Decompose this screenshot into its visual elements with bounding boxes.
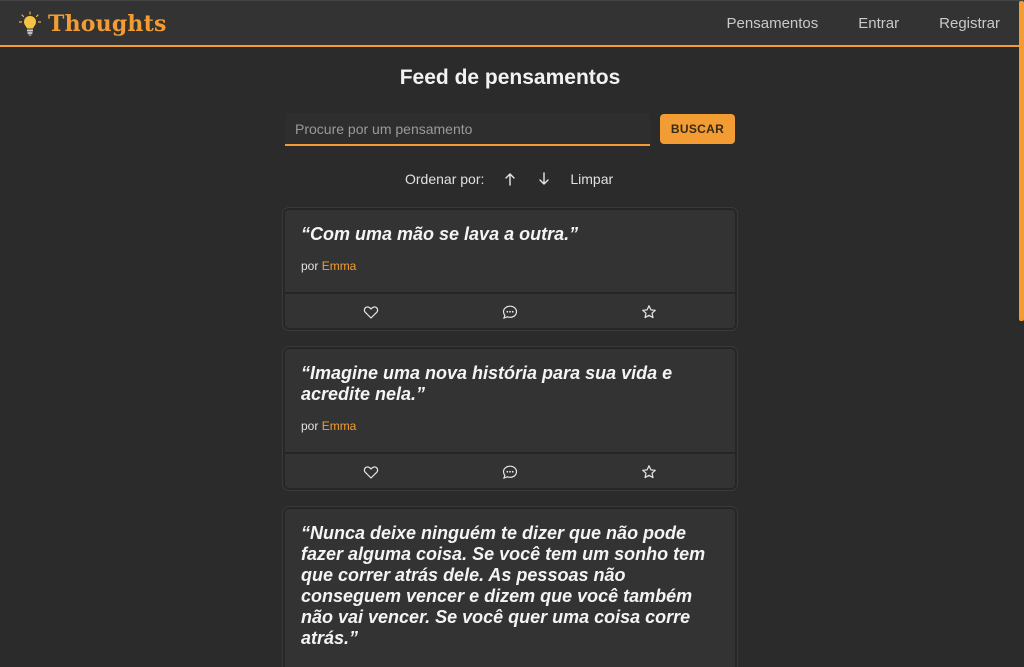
page-title: Feed de pensamentos xyxy=(399,66,621,89)
scrollbar-thumb[interactable] xyxy=(1019,1,1024,321)
card-actions xyxy=(285,292,735,328)
sort-label: Ordenar por: xyxy=(405,171,485,187)
thought-card: “Nunca deixe ninguém te dizer que não po… xyxy=(283,507,737,667)
author-prefix: por xyxy=(301,259,319,273)
nav-link-pensamentos[interactable]: Pensamentos xyxy=(727,15,819,32)
sort-controls: Ordenar por: Limpar xyxy=(405,170,613,188)
brand-name: Thoughts xyxy=(48,11,167,37)
search-input[interactable] xyxy=(285,113,650,146)
arrow-up-icon[interactable] xyxy=(502,171,518,187)
nav-link-registrar[interactable]: Registrar xyxy=(939,15,1000,32)
lightbulb-icon xyxy=(18,11,42,36)
star-icon[interactable] xyxy=(641,304,657,320)
thought-card: “Imagine uma nova história para sua vida… xyxy=(283,347,737,490)
arrow-down-icon[interactable] xyxy=(536,171,552,187)
clear-sort-button[interactable]: Limpar xyxy=(570,171,613,187)
nav-links: Pensamentos Entrar Registrar xyxy=(727,15,1000,32)
author-link[interactable]: Emma xyxy=(322,259,357,273)
search-button[interactable]: BUSCAR xyxy=(660,114,735,144)
nav-link-entrar[interactable]: Entrar xyxy=(858,15,899,32)
thought-author: por Emma xyxy=(285,245,735,273)
thought-quote: “Com uma mão se lava a outra.” xyxy=(301,224,579,244)
brand[interactable]: Thoughts xyxy=(18,10,167,38)
heart-icon[interactable] xyxy=(363,464,379,480)
comment-icon[interactable] xyxy=(502,464,518,480)
navbar: Thoughts Pensamentos Entrar Registrar xyxy=(0,0,1024,47)
thought-card: “Com uma mão se lava a outra.” por Emma xyxy=(283,208,737,330)
heart-icon[interactable] xyxy=(363,304,379,320)
author-link[interactable]: Emma xyxy=(322,419,357,433)
author-prefix: por xyxy=(301,419,319,433)
card-actions xyxy=(285,452,735,488)
thought-quote: “Nunca deixe ninguém te dizer que não po… xyxy=(301,523,706,648)
star-icon[interactable] xyxy=(641,464,657,480)
comment-icon[interactable] xyxy=(502,304,518,320)
thought-quote: “Imagine uma nova história para sua vida… xyxy=(301,363,673,404)
thought-author: por Emma xyxy=(285,405,735,433)
